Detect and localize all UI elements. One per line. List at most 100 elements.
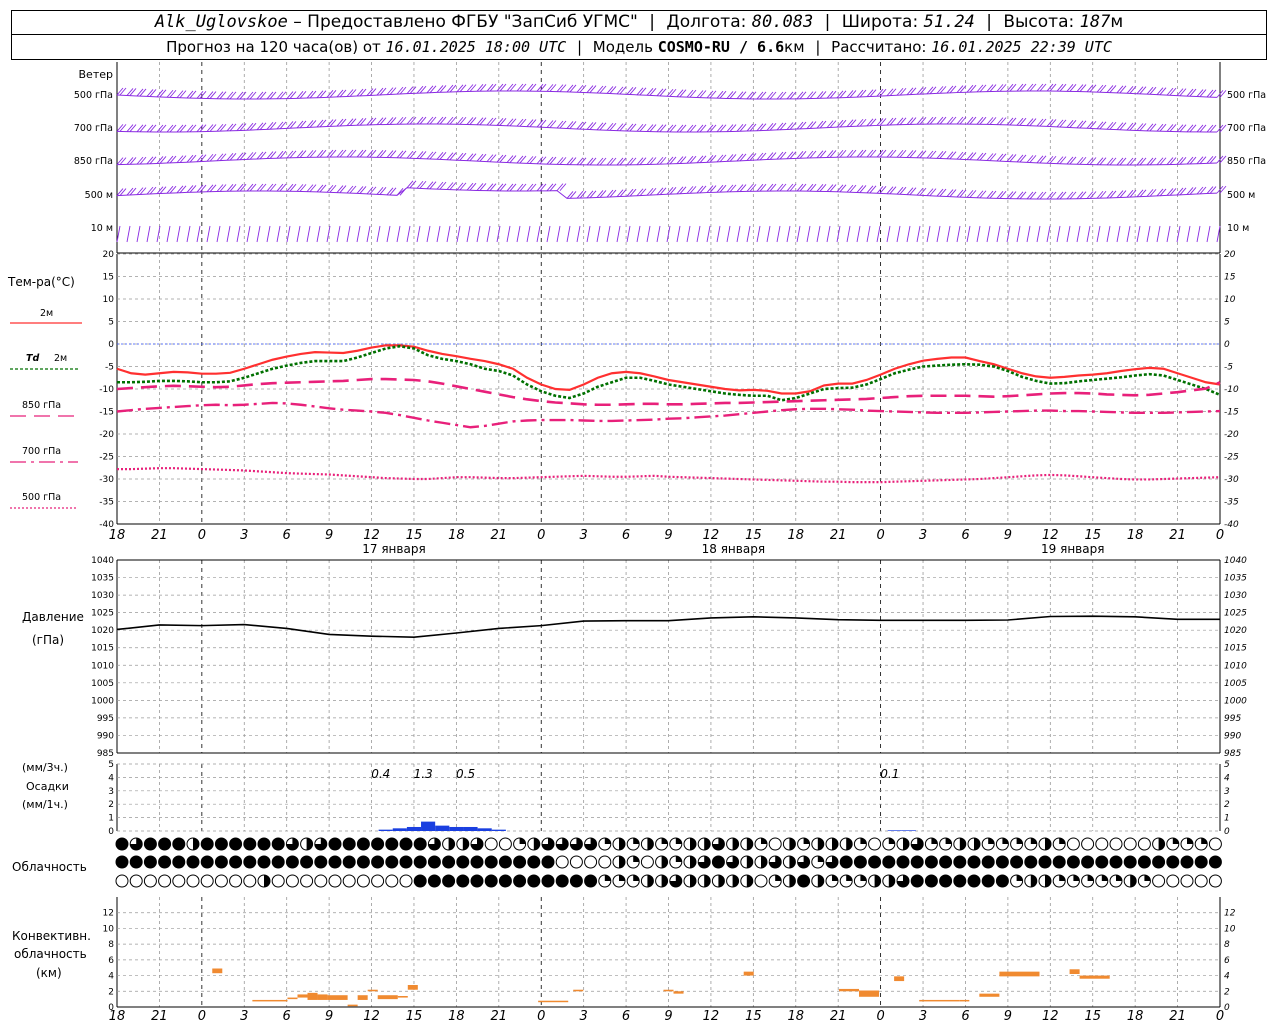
cloud-symbol-fill	[1172, 838, 1179, 844]
wind-barb	[209, 91, 217, 99]
cloud-symbol-fill	[1144, 875, 1151, 881]
temp-tick-left: -25	[99, 453, 114, 463]
wind-barb	[279, 91, 287, 100]
wind-shaft-line	[116, 90, 1218, 100]
wind-barb	[1069, 84, 1077, 92]
wind-barb	[629, 188, 637, 197]
precip-bar	[491, 829, 506, 831]
wind-barb	[796, 225, 801, 243]
wind-barb	[896, 87, 904, 96]
wind-barb	[856, 225, 861, 243]
wind-barb	[726, 225, 731, 243]
wind-barb	[416, 151, 424, 159]
wind-barb	[1209, 186, 1217, 194]
wind-barb	[256, 151, 264, 160]
wind-barb	[929, 150, 937, 159]
wind-barb	[236, 183, 244, 192]
cloud-symbol-fill	[542, 875, 554, 887]
wind-barb	[169, 124, 177, 133]
wind-barb	[1156, 87, 1164, 95]
wind-barb	[636, 123, 644, 132]
wind-barb	[1069, 120, 1077, 128]
time-tick-label-bottom: 21	[1169, 1009, 1186, 1024]
wind-barb	[826, 225, 831, 243]
wind-barb	[509, 83, 517, 92]
wind-barb	[669, 88, 677, 97]
wind-barb	[1086, 84, 1094, 93]
wind-barb	[719, 90, 727, 99]
wind-barb	[1096, 157, 1104, 166]
wind-barb	[989, 84, 997, 92]
wind-barb	[379, 150, 387, 158]
cloud-symbol-fill	[846, 838, 853, 850]
cloud-symbol-fill	[1152, 856, 1165, 868]
precip-tick-right: 2	[1224, 800, 1230, 810]
time-tick-label-bottom: 21	[491, 1009, 508, 1024]
wind-barb	[119, 188, 127, 196]
wind-barb	[879, 88, 887, 97]
wind-barb	[1189, 187, 1197, 195]
cloud-symbol-fill	[116, 838, 128, 850]
wind-barb	[1146, 123, 1154, 132]
cloud-symbol-fill	[817, 875, 824, 887]
conv-tick-right: 8	[1224, 940, 1230, 950]
wind-barb	[619, 189, 627, 197]
cloud-symbol-fill	[1016, 875, 1023, 881]
wind-barb	[266, 225, 271, 243]
cloud-symbol	[243, 874, 257, 888]
time-tick-label-bottom: 0	[198, 1009, 206, 1024]
precip-total-label: 0.5	[456, 767, 475, 781]
cloud-symbol-fill	[817, 856, 824, 862]
wind-barb	[146, 124, 154, 133]
cloud-symbol	[1152, 874, 1166, 888]
wind-barb	[819, 91, 827, 99]
wind-barb	[606, 157, 614, 166]
wind-barb	[459, 84, 467, 93]
wind-barb	[526, 183, 534, 192]
cloud-symbol-fill	[968, 856, 980, 868]
wind-barb	[336, 185, 344, 193]
wind-barb	[686, 225, 691, 243]
wind-barb	[1199, 156, 1207, 165]
wind-barb	[246, 225, 251, 243]
wind-barb	[1039, 155, 1047, 164]
wind-barb	[316, 149, 324, 158]
wind-barb	[546, 183, 554, 192]
cloud-symbol-fill	[462, 838, 469, 850]
wind-barb	[756, 123, 764, 132]
wind-barb	[866, 118, 874, 127]
wind-barb	[996, 117, 1004, 125]
wind-barb	[939, 116, 947, 125]
wind-barb	[116, 157, 124, 165]
wind-barb	[346, 225, 351, 243]
precip-tick-left: 2	[108, 800, 114, 810]
wind-barb	[1019, 83, 1027, 92]
wind-barb	[396, 150, 404, 159]
precip-tick-left: 3	[108, 787, 114, 797]
wind-shaft-line	[116, 123, 1218, 133]
wind-barb	[726, 154, 734, 162]
wind-barb	[469, 117, 477, 125]
cloud-symbol	[754, 874, 768, 888]
wind-barb	[1196, 156, 1204, 165]
wind-barb	[1139, 86, 1147, 95]
cloud-symbol-fill	[172, 856, 185, 868]
cloud-symbol	[1123, 837, 1137, 851]
wind-barb	[1116, 225, 1121, 243]
wind-barb	[826, 184, 834, 192]
wind-barb	[456, 225, 461, 243]
wind-barb	[799, 183, 807, 192]
wind-barb	[889, 88, 897, 97]
wind-barb	[596, 122, 604, 131]
wind-barb	[1126, 122, 1134, 131]
wind-barb	[729, 91, 737, 99]
conv-tick-right: 2	[1224, 987, 1230, 997]
wind-barb	[1169, 188, 1177, 196]
wind-barb	[349, 149, 357, 158]
wind-barb	[1066, 156, 1074, 165]
wind-barb	[1096, 225, 1101, 243]
precip-tick-right: 3	[1224, 787, 1230, 797]
wind-barb	[159, 89, 167, 98]
wind-barb	[606, 225, 611, 243]
wind-barb	[176, 185, 184, 194]
